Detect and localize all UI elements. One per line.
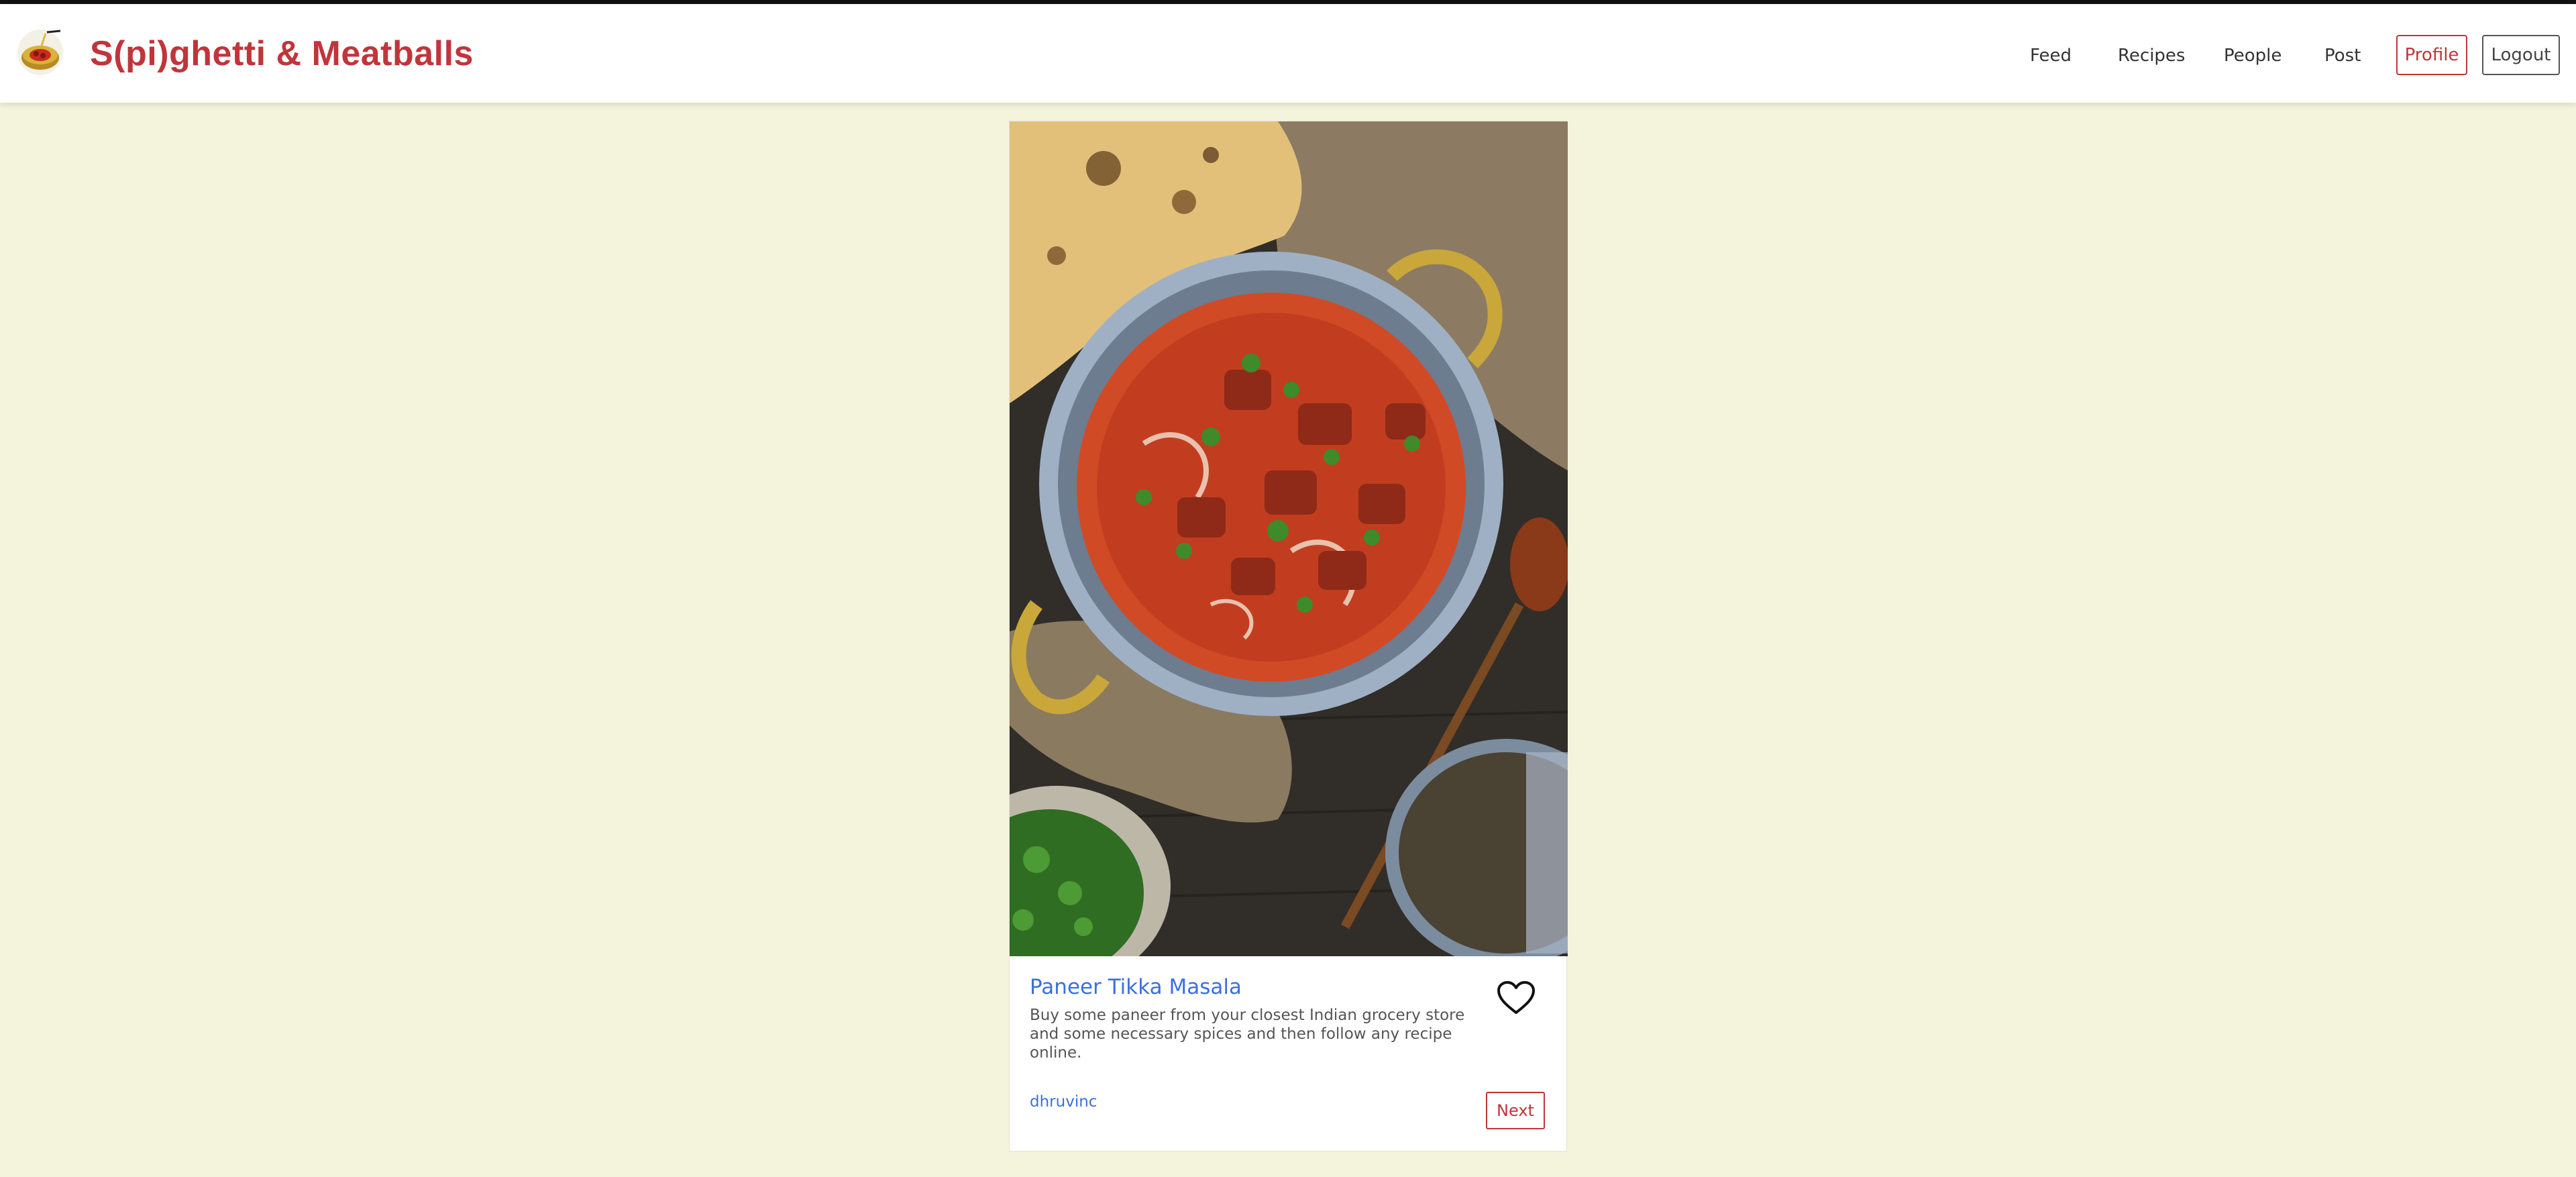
brand-title[interactable]: S(pi)ghetti & Meatballs — [90, 34, 474, 74]
logout-button[interactable]: Logout — [2482, 35, 2560, 75]
post-author-link[interactable]: dhruvinc — [1030, 1093, 1097, 1111]
navbar: S(pi)ghetti & Meatballs Feed Recipes Peo… — [0, 4, 2576, 103]
nav-recipes[interactable]: Recipes — [2118, 46, 2185, 66]
nav-feed[interactable]: Feed — [2030, 46, 2072, 66]
post-card: Paneer Tikka Masala Buy some paneer from… — [1009, 121, 1568, 1152]
nav-post[interactable]: Post — [2324, 46, 2361, 66]
post-title[interactable]: Paneer Tikka Masala — [1030, 975, 1242, 999]
profile-button[interactable]: Profile — [2396, 35, 2467, 75]
post-description: Buy some paneer from your closest Indian… — [1030, 1007, 1465, 1062]
heart-icon[interactable] — [1497, 980, 1536, 1015]
next-button[interactable]: Next — [1486, 1092, 1545, 1129]
nav-people[interactable]: People — [2224, 46, 2282, 66]
post-image — [1010, 121, 1568, 956]
spaghetti-bowl-icon[interactable] — [16, 28, 64, 76]
